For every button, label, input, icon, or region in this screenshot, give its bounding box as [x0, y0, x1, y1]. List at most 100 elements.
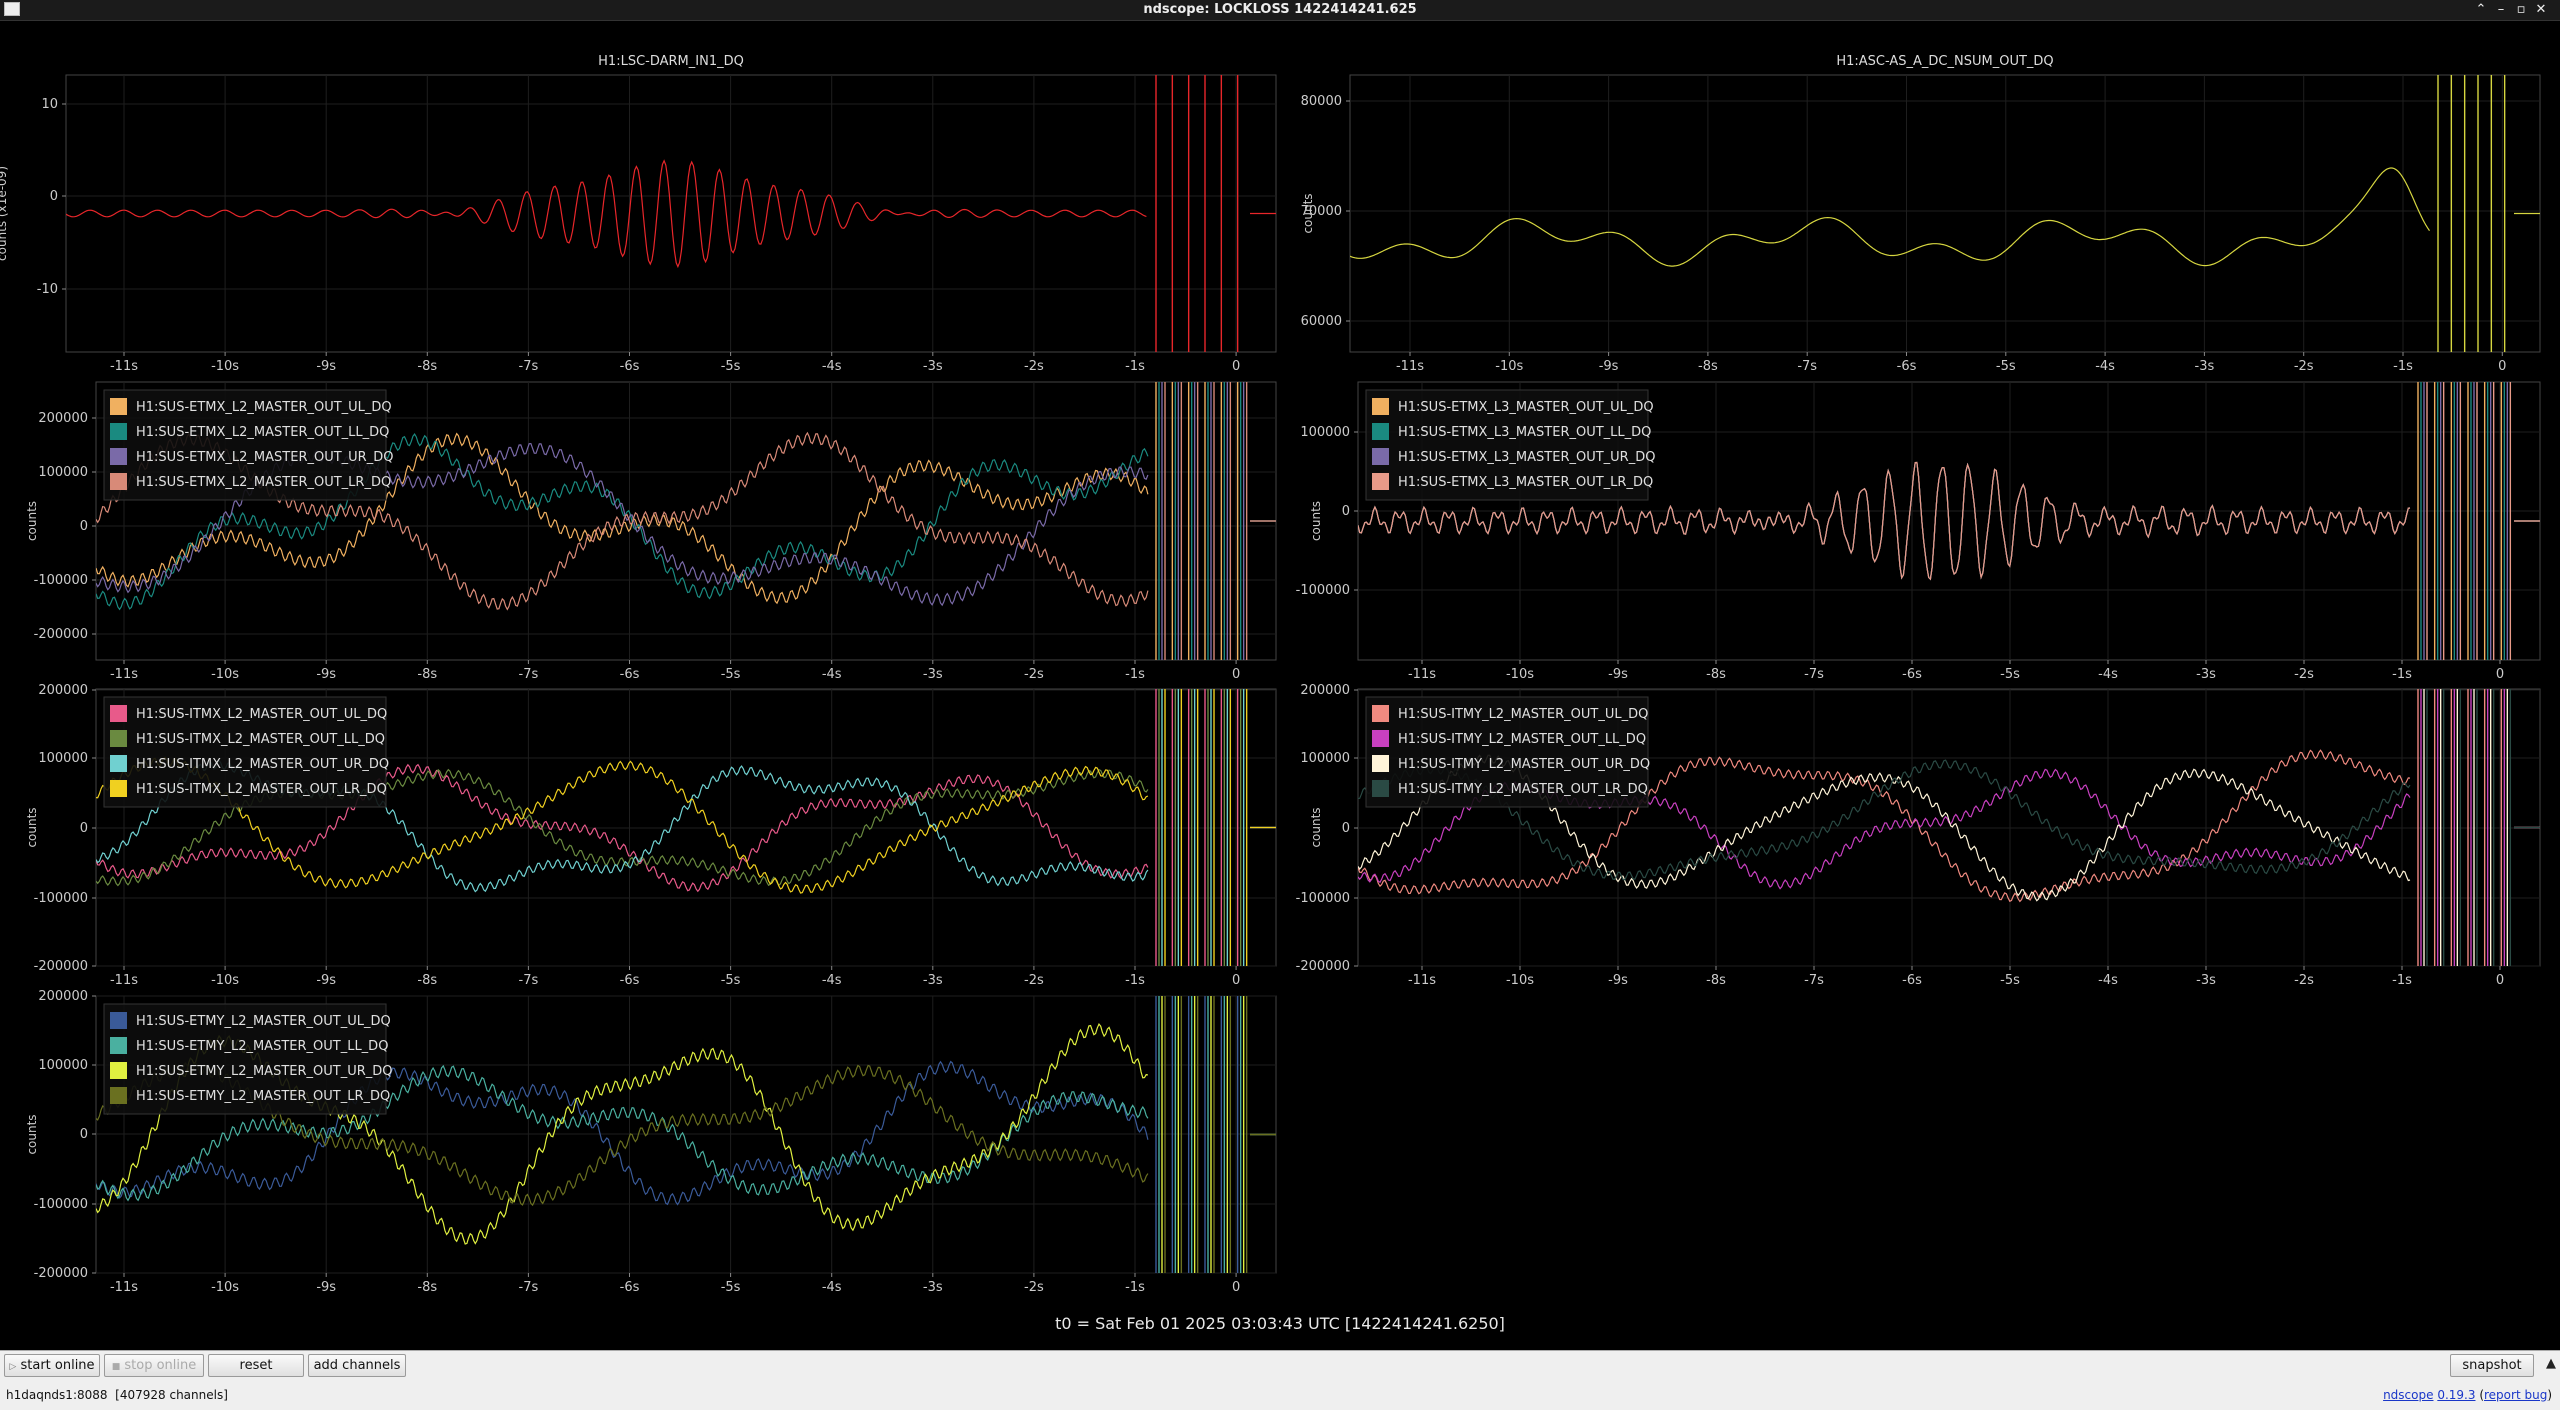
plot-p1[interactable]: H1:LSC-DARM_IN1_DQcounts (x1e-09) 10 0 -10 -… — [0, 54, 1277, 374]
x-tick-label: -4s — [2095, 359, 2115, 374]
collapse-arrow-icon[interactable]: ▲ — [2546, 1356, 2556, 1371]
legend[interactable]: H1:SUS-ETMX_L2_MASTER_OUT_UL_DQ H1:SUS-ET… — [103, 389, 393, 501]
legend[interactable]: H1:SUS-ITMY_L2_MASTER_OUT_UL_DQ H1:SUS-IT… — [1365, 696, 1650, 808]
y-axis-label: counts (x1e-09) — [0, 166, 9, 261]
x-tick-label: -3s — [2196, 973, 2216, 988]
y-tick-label: -10 — [37, 282, 58, 297]
legend-swatch — [1372, 473, 1389, 490]
y-tick-label: 200000 — [38, 683, 88, 698]
y-tick-label: 0 — [1342, 504, 1350, 519]
legend-swatch — [1372, 780, 1389, 797]
x-tick-label: -10s — [1506, 973, 1534, 988]
y-tick-label: 0 — [50, 189, 58, 204]
plot-p4[interactable]: counts 100000 0 -100000 -11s -10s -9s -8s -7s -6s… — [1296, 381, 2541, 682]
y-tick-label: 70000 — [1301, 204, 1342, 219]
legend-entry: H1:SUS-ITMY_L2_MASTER_OUT_UR_DQ — [1398, 757, 1650, 772]
maximize-icon[interactable]: ▫ — [2512, 0, 2530, 20]
reset-button[interactable]: reset — [208, 1354, 304, 1377]
y-tick-label: -100000 — [1296, 891, 1350, 906]
x-tick-label: -11s — [1408, 973, 1436, 988]
plot-area[interactable]: H1:LSC-DARM_IN1_DQcounts (x1e-09) 10 0 -10 -… — [0, 22, 2560, 1312]
y-tick-label: 80000 — [1301, 94, 1342, 109]
legend-entry: H1:SUS-ETMX_L3_MASTER_OUT_LR_DQ — [1398, 475, 1653, 490]
x-tick-label: -4s — [2098, 973, 2118, 988]
snapshot-button[interactable]: snapshot — [2450, 1354, 2534, 1377]
legend[interactable]: H1:SUS-ETMX_L3_MASTER_OUT_UL_DQ H1:SUS-ET… — [1365, 389, 1655, 501]
shade-icon[interactable]: – — [2492, 0, 2510, 20]
plot-p3[interactable]: counts 200000 100000 0 -100000 -200000 -11s -10… — [25, 381, 1277, 682]
y-tick-label: 100000 — [1300, 425, 1350, 440]
legend[interactable]: H1:SUS-ETMY_L2_MASTER_OUT_UL_DQ H1:SUS-ET… — [103, 1003, 393, 1115]
x-tick-label: -6s — [1902, 973, 1922, 988]
x-tick-label: -1s — [1125, 1280, 1145, 1295]
report-bug-link[interactable]: report bug — [2484, 1388, 2547, 1402]
legend-swatch — [110, 780, 127, 797]
x-tick-label: -10s — [1506, 667, 1534, 682]
start-online-button[interactable]: ▷ start online — [4, 1354, 100, 1377]
x-tick-label: -5s — [721, 359, 741, 374]
x-tick-label: -7s — [1797, 359, 1817, 374]
x-tick-label: -1s — [2392, 973, 2412, 988]
y-tick-label: 60000 — [1301, 314, 1342, 329]
x-tick-label: -10s — [211, 359, 239, 374]
legend-entry: H1:SUS-ETMY_L2_MASTER_OUT_LL_DQ — [136, 1039, 388, 1054]
y-tick-label: 0 — [1342, 821, 1350, 836]
plot-p2[interactable]: H1:ASC-AS_A_DC_NSUM_OUT_DQcounts80000700… — [1301, 54, 2541, 374]
close-icon[interactable]: ✕ — [2532, 0, 2550, 20]
plot-title: H1:ASC-AS_A_DC_NSUM_OUT_DQ — [1836, 54, 2053, 69]
legend-swatch — [1372, 448, 1389, 465]
x-tick-label: 0 — [2496, 973, 2504, 988]
x-tick-label: -6s — [620, 667, 640, 682]
legend-entry: H1:SUS-ETMX_L3_MASTER_OUT_LL_DQ — [1398, 425, 1651, 440]
legend-entry: H1:SUS-ITMY_L2_MASTER_OUT_LL_DQ — [1398, 732, 1646, 747]
plot-p6[interactable]: counts 200000 100000 0 -100000 -200000 -11s -10… — [1296, 683, 2541, 988]
x-tick-label: 0 — [2496, 667, 2504, 682]
legend-swatch — [1372, 705, 1389, 722]
status-server: h1daqnds1:8088 [407928 channels] — [6, 1388, 228, 1402]
y-tick-label: 0 — [80, 821, 88, 836]
x-tick-label: -10s — [211, 973, 239, 988]
x-tick-label: -2s — [1024, 973, 1044, 988]
legend-swatch — [110, 1012, 127, 1029]
legend-swatch — [110, 1087, 127, 1104]
x-tick-label: -9s — [1608, 667, 1628, 682]
x-tick-label: -5s — [1996, 359, 2016, 374]
x-tick-label: -8s — [417, 973, 437, 988]
y-axis-label: counts — [1309, 807, 1323, 847]
x-tick-label: 0 — [1232, 359, 1240, 374]
legend-swatch — [110, 1037, 127, 1054]
legend-swatch — [110, 423, 127, 440]
legend[interactable]: H1:SUS-ITMX_L2_MASTER_OUT_UL_DQ H1:SUS-IT… — [103, 696, 389, 808]
y-tick-label: -200000 — [34, 627, 88, 642]
legend-entry: H1:SUS-ITMX_L2_MASTER_OUT_UR_DQ — [136, 757, 389, 772]
plot-p5[interactable]: counts 200000 100000 0 -100000 -200000 -11s -10… — [25, 683, 1277, 988]
y-tick-label: -200000 — [34, 1266, 88, 1281]
x-tick-label: -5s — [2000, 973, 2020, 988]
plot-p7[interactable]: counts 200000 100000 0 -100000 -200000 -11s -10… — [25, 989, 1277, 1295]
minimize-icon[interactable]: ⌃ — [2472, 0, 2490, 20]
x-tick-label: -6s — [620, 973, 640, 988]
x-tick-label: -10s — [211, 1280, 239, 1295]
bottom-toolbar: ▷ start online ■ stop online reset add c… — [0, 1350, 2560, 1410]
x-tick-label: -5s — [721, 667, 741, 682]
x-tick-label: -2s — [1024, 667, 1044, 682]
y-tick-label: 200000 — [38, 989, 88, 1004]
x-tick-label: -7s — [1804, 973, 1824, 988]
y-tick-label: 100000 — [38, 751, 88, 766]
y-tick-label: 100000 — [38, 465, 88, 480]
x-tick-label: -7s — [1804, 667, 1824, 682]
t0-label: t0 = Sat Feb 01 2025 03:03:43 UTC [14224… — [1055, 1314, 1505, 1333]
legend-swatch — [110, 1062, 127, 1079]
legend-entry: H1:SUS-ITMX_L2_MASTER_OUT_UL_DQ — [136, 707, 387, 722]
version-link[interactable]: 0.19.3 — [2437, 1388, 2475, 1402]
x-tick-label: -2s — [1024, 1280, 1044, 1295]
x-tick-label: -3s — [923, 667, 943, 682]
legend-entry: H1:SUS-ETMX_L3_MASTER_OUT_UR_DQ — [1398, 450, 1655, 465]
x-tick-label: -6s — [620, 1280, 640, 1295]
add-channels-button[interactable]: add channels — [308, 1354, 406, 1377]
ndscope-link[interactable]: ndscope — [2383, 1388, 2433, 1402]
legend-entry: H1:SUS-ETMX_L2_MASTER_OUT_UL_DQ — [136, 400, 392, 415]
stop-online-label: stop online — [124, 1358, 197, 1373]
legend-entry: H1:SUS-ETMY_L2_MASTER_OUT_LR_DQ — [136, 1089, 390, 1104]
y-axis-label: counts — [25, 501, 39, 541]
